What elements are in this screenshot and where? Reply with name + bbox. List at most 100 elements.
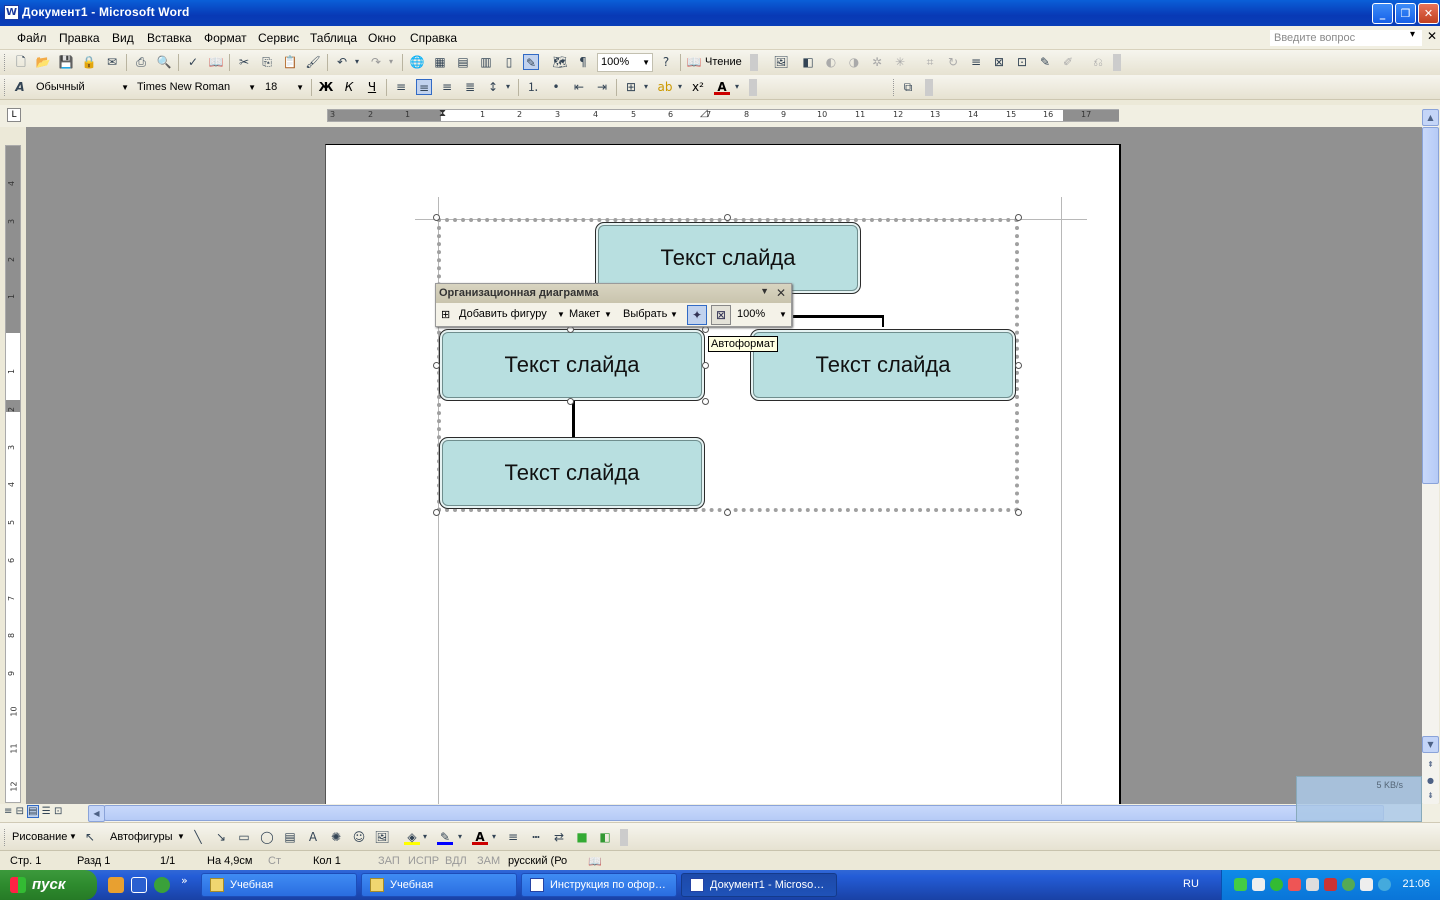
word-app-icon[interactable]: W bbox=[4, 5, 19, 20]
reset-picture-icon[interactable]: ⎌ bbox=[1090, 54, 1106, 70]
chevron-down-icon[interactable]: ▼ bbox=[177, 832, 185, 841]
highlight-dropdown-icon[interactable]: ▾ bbox=[675, 79, 685, 95]
menu-window[interactable]: Окно bbox=[368, 31, 396, 45]
tray-network-icon[interactable] bbox=[1234, 878, 1247, 891]
align-right-icon[interactable]: ≡ bbox=[439, 79, 455, 95]
tab-selector[interactable]: L bbox=[7, 108, 21, 122]
resize-handle[interactable] bbox=[1015, 509, 1022, 516]
research-icon[interactable]: 📖 bbox=[208, 54, 224, 70]
font-size-combo[interactable]: 18 ▼ bbox=[261, 78, 307, 97]
resize-handle[interactable] bbox=[433, 509, 440, 516]
styles-icon[interactable]: A bbox=[12, 79, 28, 95]
media-player-icon[interactable] bbox=[108, 877, 124, 893]
toolbar-options-icon[interactable]: ▼ bbox=[760, 286, 769, 296]
bullets-icon[interactable]: • bbox=[548, 79, 564, 95]
line-icon[interactable]: ╲ bbox=[190, 829, 206, 845]
italic-button[interactable]: К bbox=[341, 79, 357, 95]
translate-icon[interactable]: ⧉ bbox=[900, 79, 916, 95]
select-objects-icon[interactable]: ↖ bbox=[82, 829, 98, 845]
taskbar-button-folder-2[interactable]: Учебная bbox=[361, 873, 517, 897]
oval-icon[interactable]: ◯ bbox=[259, 829, 275, 845]
org-node-left[interactable]: Текст слайда bbox=[439, 329, 705, 401]
tray-battery-icon[interactable] bbox=[1252, 878, 1265, 891]
indent-marker-icon[interactable]: ⧗ bbox=[439, 108, 446, 119]
menu-insert[interactable]: Вставка bbox=[147, 31, 192, 45]
resize-handle[interactable] bbox=[1015, 214, 1022, 221]
hyperlink-icon[interactable]: 🌐 bbox=[409, 54, 425, 70]
new-document-icon[interactable]: 🗋 bbox=[13, 54, 29, 70]
node-handle[interactable] bbox=[702, 362, 709, 369]
scroll-thumb[interactable] bbox=[1422, 127, 1439, 484]
menu-edit[interactable]: Правка bbox=[59, 31, 100, 45]
vertical-ruler[interactable]: 4 3 2 1 1 2 3 4 5 6 7 8 9 10 11 12 bbox=[5, 145, 21, 803]
autoshapes-menu-button[interactable]: Автофигуры bbox=[110, 831, 173, 843]
tray-update-icon[interactable] bbox=[1378, 878, 1391, 891]
scroll-down-icon[interactable]: ▼ bbox=[1422, 736, 1439, 753]
chevron-down-icon[interactable]: ▼ bbox=[248, 79, 256, 96]
font-color-dropdown-icon[interactable]: ▾ bbox=[489, 829, 499, 845]
clock[interactable]: 21:06 bbox=[1402, 878, 1430, 890]
borders-dropdown-icon[interactable]: ▾ bbox=[641, 79, 651, 95]
node-handle[interactable] bbox=[702, 326, 709, 333]
picture-toolbar-icon-2[interactable]: ◐ bbox=[823, 54, 839, 70]
chevron-down-icon[interactable]: ▼ bbox=[69, 832, 77, 841]
resize-handle[interactable] bbox=[724, 509, 731, 516]
undo-icon[interactable]: ↶ bbox=[334, 54, 350, 70]
fit-text-icon[interactable]: ⊠ bbox=[711, 305, 731, 325]
drawing-icon[interactable]: ✎ bbox=[523, 54, 539, 70]
select-button[interactable]: Выбрать bbox=[623, 308, 667, 320]
tray-globe-icon[interactable] bbox=[1270, 878, 1283, 891]
next-page-icon[interactable]: ⇟ bbox=[1422, 787, 1439, 804]
rotate-icon[interactable]: ↻ bbox=[945, 54, 961, 70]
chevron-down-icon[interactable]: ▼ bbox=[121, 79, 129, 96]
autoformat-icon[interactable]: ✦ bbox=[687, 305, 707, 325]
arrow-style-icon[interactable]: ⇄ bbox=[551, 829, 567, 845]
toolbar-grip[interactable] bbox=[4, 54, 7, 71]
insert-picture-icon[interactable]: 🖼 bbox=[773, 54, 789, 70]
paste-icon[interactable]: 📋 bbox=[282, 54, 298, 70]
language-indicator[interactable]: RU bbox=[1183, 878, 1199, 890]
picture-toolbar-icon-5[interactable]: ✳ bbox=[892, 54, 908, 70]
node-handle[interactable] bbox=[567, 398, 574, 405]
chevron-down-icon[interactable]: ▼ bbox=[296, 79, 304, 96]
chevron-down-icon[interactable]: ▼ bbox=[642, 54, 650, 71]
reading-button[interactable]: Чтение bbox=[705, 56, 742, 68]
chevron-down-icon[interactable]: ▼ bbox=[670, 310, 678, 319]
status-language[interactable]: русский (Ро bbox=[508, 855, 567, 867]
line-spacing-dropdown-icon[interactable]: ▾ bbox=[503, 79, 513, 95]
toolbar-options-icon[interactable] bbox=[1113, 54, 1121, 71]
tray-alert-icon[interactable] bbox=[1324, 878, 1337, 891]
format-picture-icon[interactable]: ✎ bbox=[1037, 54, 1053, 70]
increase-indent-icon[interactable]: ⇥ bbox=[594, 79, 610, 95]
tray-status-icon[interactable] bbox=[1342, 878, 1355, 891]
org-zoom-value[interactable]: 100% bbox=[737, 308, 765, 320]
decrease-indent-icon[interactable]: ⇤ bbox=[571, 79, 587, 95]
network-monitor-widget[interactable]: 5 KB/s bbox=[1296, 776, 1422, 822]
org-toolbar-titlebar[interactable]: Организационная диаграмма ▼ ✕ bbox=[436, 284, 791, 303]
picture-toolbar-icon-3[interactable]: ◑ bbox=[846, 54, 862, 70]
zoom-combo[interactable]: 100% ▼ bbox=[597, 53, 653, 72]
redo-icon[interactable]: ↷ bbox=[368, 54, 384, 70]
tables-borders-icon[interactable]: ▦ bbox=[432, 54, 448, 70]
drawing-menu-button[interactable]: Рисование bbox=[12, 831, 67, 843]
ask-dropdown-icon[interactable]: ▾ bbox=[1410, 29, 1415, 40]
chevron-down-icon[interactable]: ▼ bbox=[604, 310, 612, 319]
line-color-dropdown-icon[interactable]: ▾ bbox=[455, 829, 465, 845]
menu-format[interactable]: Формат bbox=[204, 31, 247, 45]
status-rec[interactable]: ЗАП bbox=[378, 855, 400, 867]
font-color-dropdown-icon[interactable]: ▾ bbox=[732, 79, 742, 95]
picture-icon[interactable]: 🖼 bbox=[374, 829, 390, 845]
help-icon[interactable]: ? bbox=[658, 54, 674, 70]
align-left-icon[interactable]: ≡ bbox=[393, 79, 409, 95]
ie-icon[interactable] bbox=[131, 877, 147, 893]
document-area[interactable]: Текст слайда Текст слайда Текст слайда Т… bbox=[26, 127, 1422, 804]
document-page[interactable]: Текст слайда Текст слайда Текст слайда Т… bbox=[325, 144, 1121, 804]
normal-view-icon[interactable]: ≡ bbox=[4, 806, 12, 817]
web-view-icon[interactable]: ⊟ bbox=[16, 806, 24, 817]
save-icon[interactable]: 💾 bbox=[58, 54, 74, 70]
resize-handle[interactable] bbox=[433, 214, 440, 221]
add-shape-button[interactable]: Добавить фигуру bbox=[459, 308, 547, 320]
right-indent-marker-icon[interactable]: ◿ bbox=[700, 108, 708, 119]
fill-color-icon[interactable]: ◈ bbox=[404, 829, 420, 845]
menu-view[interactable]: Вид bbox=[112, 31, 134, 45]
